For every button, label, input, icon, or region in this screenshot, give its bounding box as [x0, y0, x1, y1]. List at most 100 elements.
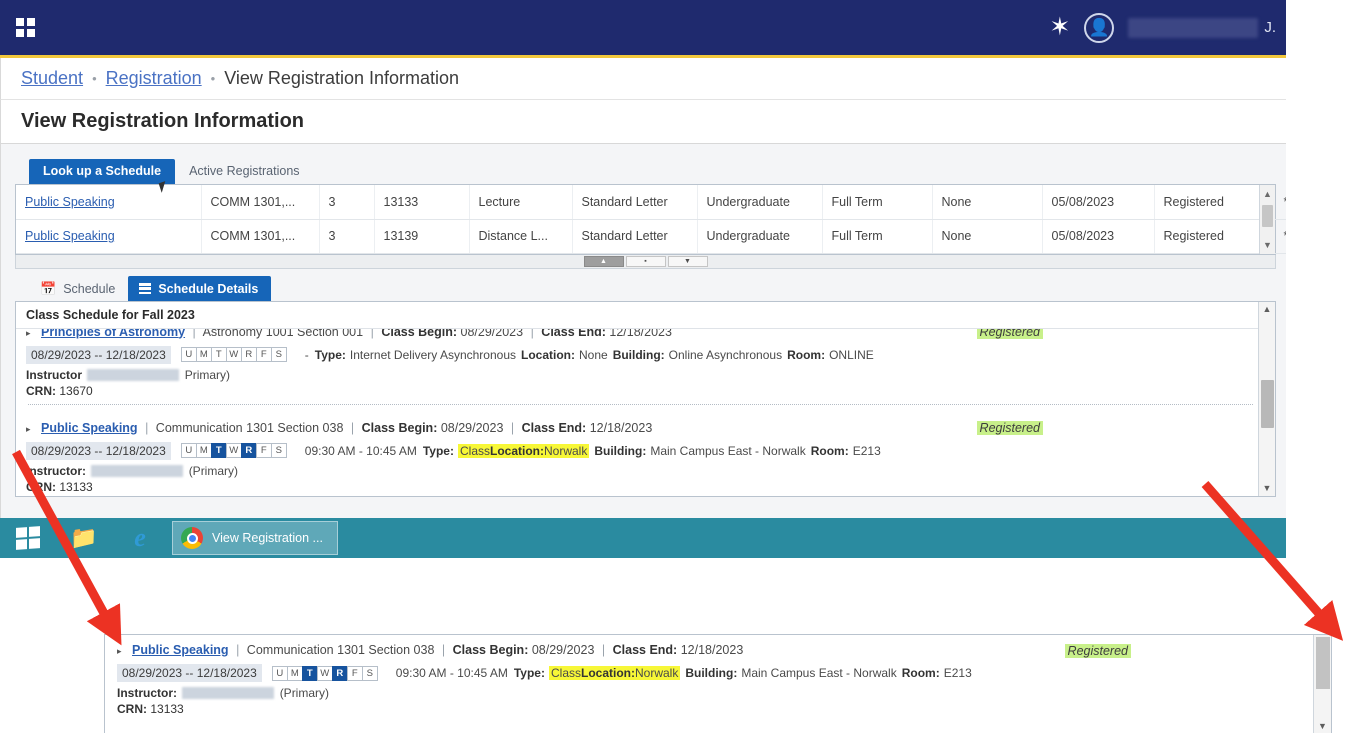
- meeting-time: 09:30 AM - 10:45 AM: [305, 444, 417, 458]
- location-value: Norwalk: [635, 666, 680, 680]
- meeting-date-range: 08/29/2023 -- 12/18/2023: [26, 442, 171, 460]
- tab-schedule[interactable]: 📅 Schedule: [29, 276, 128, 301]
- expand-caret-icon[interactable]: ▸: [26, 424, 31, 434]
- scroll-down-icon[interactable]: ▼: [1318, 721, 1327, 731]
- header-right: ✶ 👤 J.: [1049, 13, 1286, 43]
- internet-explorer-icon[interactable]: e: [112, 518, 168, 558]
- crn-row: CRN: 13133: [117, 702, 1307, 716]
- list-icon: [139, 283, 151, 294]
- inset-scrollbar[interactable]: ▼: [1313, 635, 1331, 733]
- course-section: Communication 1301 Section 038: [247, 643, 435, 657]
- meeting-date-range: 08/29/2023 -- 12/18/2023: [26, 346, 171, 364]
- room-label: Room:: [902, 666, 940, 680]
- crn-label: CRN:: [26, 480, 56, 494]
- course-title-link[interactable]: Public Speaking: [132, 643, 229, 657]
- days-of-week: U M T W R F S: [182, 443, 287, 458]
- scroll-down-icon[interactable]: ▼: [1263, 238, 1272, 252]
- type-label: Type:: [315, 348, 346, 362]
- building-label: Building:: [613, 348, 665, 362]
- splitter-collapse-down-button[interactable]: ▼: [668, 256, 708, 267]
- details-scrollbar[interactable]: ▲ ▼: [1258, 302, 1275, 496]
- windows-start-icon[interactable]: [0, 518, 56, 558]
- course-title-link[interactable]: Public Speaking: [25, 229, 115, 243]
- tab-look-up-a-schedule[interactable]: Look up a Schedule: [29, 159, 175, 184]
- breadcrumb: Student • Registration • View Registrati…: [0, 58, 1286, 100]
- expand-caret-icon[interactable]: ▸: [26, 329, 31, 338]
- redacted-instructor-name: [87, 369, 179, 381]
- tab-active-registrations[interactable]: Active Registrations: [175, 159, 313, 184]
- breadcrumb-student[interactable]: Student: [21, 68, 83, 89]
- separator: |: [236, 643, 239, 657]
- separator: |: [531, 329, 534, 339]
- username-suffix: J.: [1264, 19, 1276, 36]
- page-content: Look up a Schedule Active Registrations …: [0, 144, 1286, 518]
- scroll-up-icon[interactable]: ▲: [1263, 302, 1272, 317]
- cell-credits: 3: [319, 185, 374, 219]
- taskbar-task-view-registration[interactable]: View Registration ...: [172, 521, 338, 555]
- calendar-icon: 📅: [40, 282, 56, 295]
- course-title-link[interactable]: Public Speaking: [41, 421, 138, 435]
- secondary-tab-bar: 📅 Schedule Schedule Details: [15, 273, 1276, 301]
- crn-row: CRN: 13133: [26, 480, 1255, 494]
- day-M: M: [196, 347, 212, 362]
- scrollbar-thumb[interactable]: [1316, 637, 1330, 689]
- breadcrumb-registration[interactable]: Registration: [106, 68, 202, 89]
- type-value: Class: [458, 444, 490, 458]
- schedule-details-scroll-area: Registered ▸ Principles of Astronomy | A…: [16, 329, 1275, 497]
- redacted-instructor-name: [91, 465, 183, 477]
- scrollbar-thumb[interactable]: [1262, 205, 1273, 227]
- scroll-up-icon[interactable]: ▲: [1263, 187, 1272, 201]
- day-W: W: [317, 666, 333, 681]
- building-label: Building:: [685, 666, 737, 680]
- day-R: R: [241, 443, 257, 458]
- expand-caret-icon[interactable]: ▸: [117, 646, 122, 656]
- cell-type: Lecture: [469, 185, 572, 219]
- days-of-week: U M T W R F S: [273, 666, 378, 681]
- instructor-role: Primary): [185, 368, 230, 382]
- app-grid-icon[interactable]: [16, 18, 36, 38]
- schedule-details-card: Class Schedule for Fall 2023 Registered …: [15, 301, 1276, 497]
- course-title-link[interactable]: Principles of Astronomy: [41, 329, 185, 339]
- instructor-row: Instructor: (Primary): [117, 686, 1307, 700]
- scroll-down-icon[interactable]: ▼: [1263, 481, 1272, 496]
- tab-schedule-details[interactable]: Schedule Details: [128, 276, 271, 301]
- class-begin-label: Class Begin:: [381, 329, 457, 339]
- cell-grade-mode: Standard Letter: [572, 185, 697, 219]
- splitter-restore-button[interactable]: ▪: [626, 256, 666, 267]
- table-row[interactable]: Public Speaking COMM 1301,... 3 13133 Le…: [16, 185, 1286, 219]
- user-avatar-icon[interactable]: 👤: [1084, 13, 1114, 43]
- breadcrumb-separator: •: [211, 71, 216, 86]
- gear-icon[interactable]: ✶: [1049, 15, 1070, 40]
- crn-value: 13670: [59, 384, 92, 398]
- day-T: T: [302, 666, 318, 681]
- type-value: Internet Delivery Asynchronous: [350, 348, 516, 362]
- course-title-link[interactable]: Public Speaking: [25, 195, 115, 209]
- breadcrumb-current: View Registration Information: [224, 68, 459, 89]
- location-value: Norwalk: [544, 444, 589, 458]
- cell-status: Registered: [1154, 219, 1274, 253]
- panel-splitter[interactable]: ▲ ▪ ▼: [15, 255, 1276, 269]
- cell-course-title: Public Speaking: [16, 219, 201, 253]
- class-begin-value: 08/29/2023: [461, 329, 524, 339]
- scrollbar-thumb[interactable]: [1261, 380, 1274, 428]
- separator: |: [442, 643, 445, 657]
- day-W: W: [226, 347, 242, 362]
- course-detail-block: Registered ▸ Principles of Astronomy | A…: [16, 329, 1275, 411]
- table-scrollbar[interactable]: ▲ ▼: [1259, 185, 1275, 254]
- class-begin-label: Class Begin:: [453, 643, 529, 657]
- cell-message: **Register...: [1274, 185, 1286, 219]
- username-display: J.: [1128, 18, 1276, 38]
- type-label: Type:: [514, 666, 545, 680]
- table-row[interactable]: Public Speaking COMM 1301,... 3 13139 Di…: [16, 219, 1286, 253]
- file-explorer-icon[interactable]: 📁: [56, 518, 112, 558]
- room-value: ONLINE: [829, 348, 874, 362]
- separator: |: [193, 329, 196, 339]
- app-header-bar: ✶ 👤 J.: [0, 0, 1286, 58]
- day-F: F: [347, 666, 363, 681]
- day-U: U: [272, 666, 288, 681]
- cell-status: Registered: [1154, 185, 1274, 219]
- day-S: S: [362, 666, 378, 681]
- separator: |: [602, 643, 605, 657]
- splitter-collapse-up-button[interactable]: ▲: [584, 256, 624, 267]
- day-F: F: [256, 347, 272, 362]
